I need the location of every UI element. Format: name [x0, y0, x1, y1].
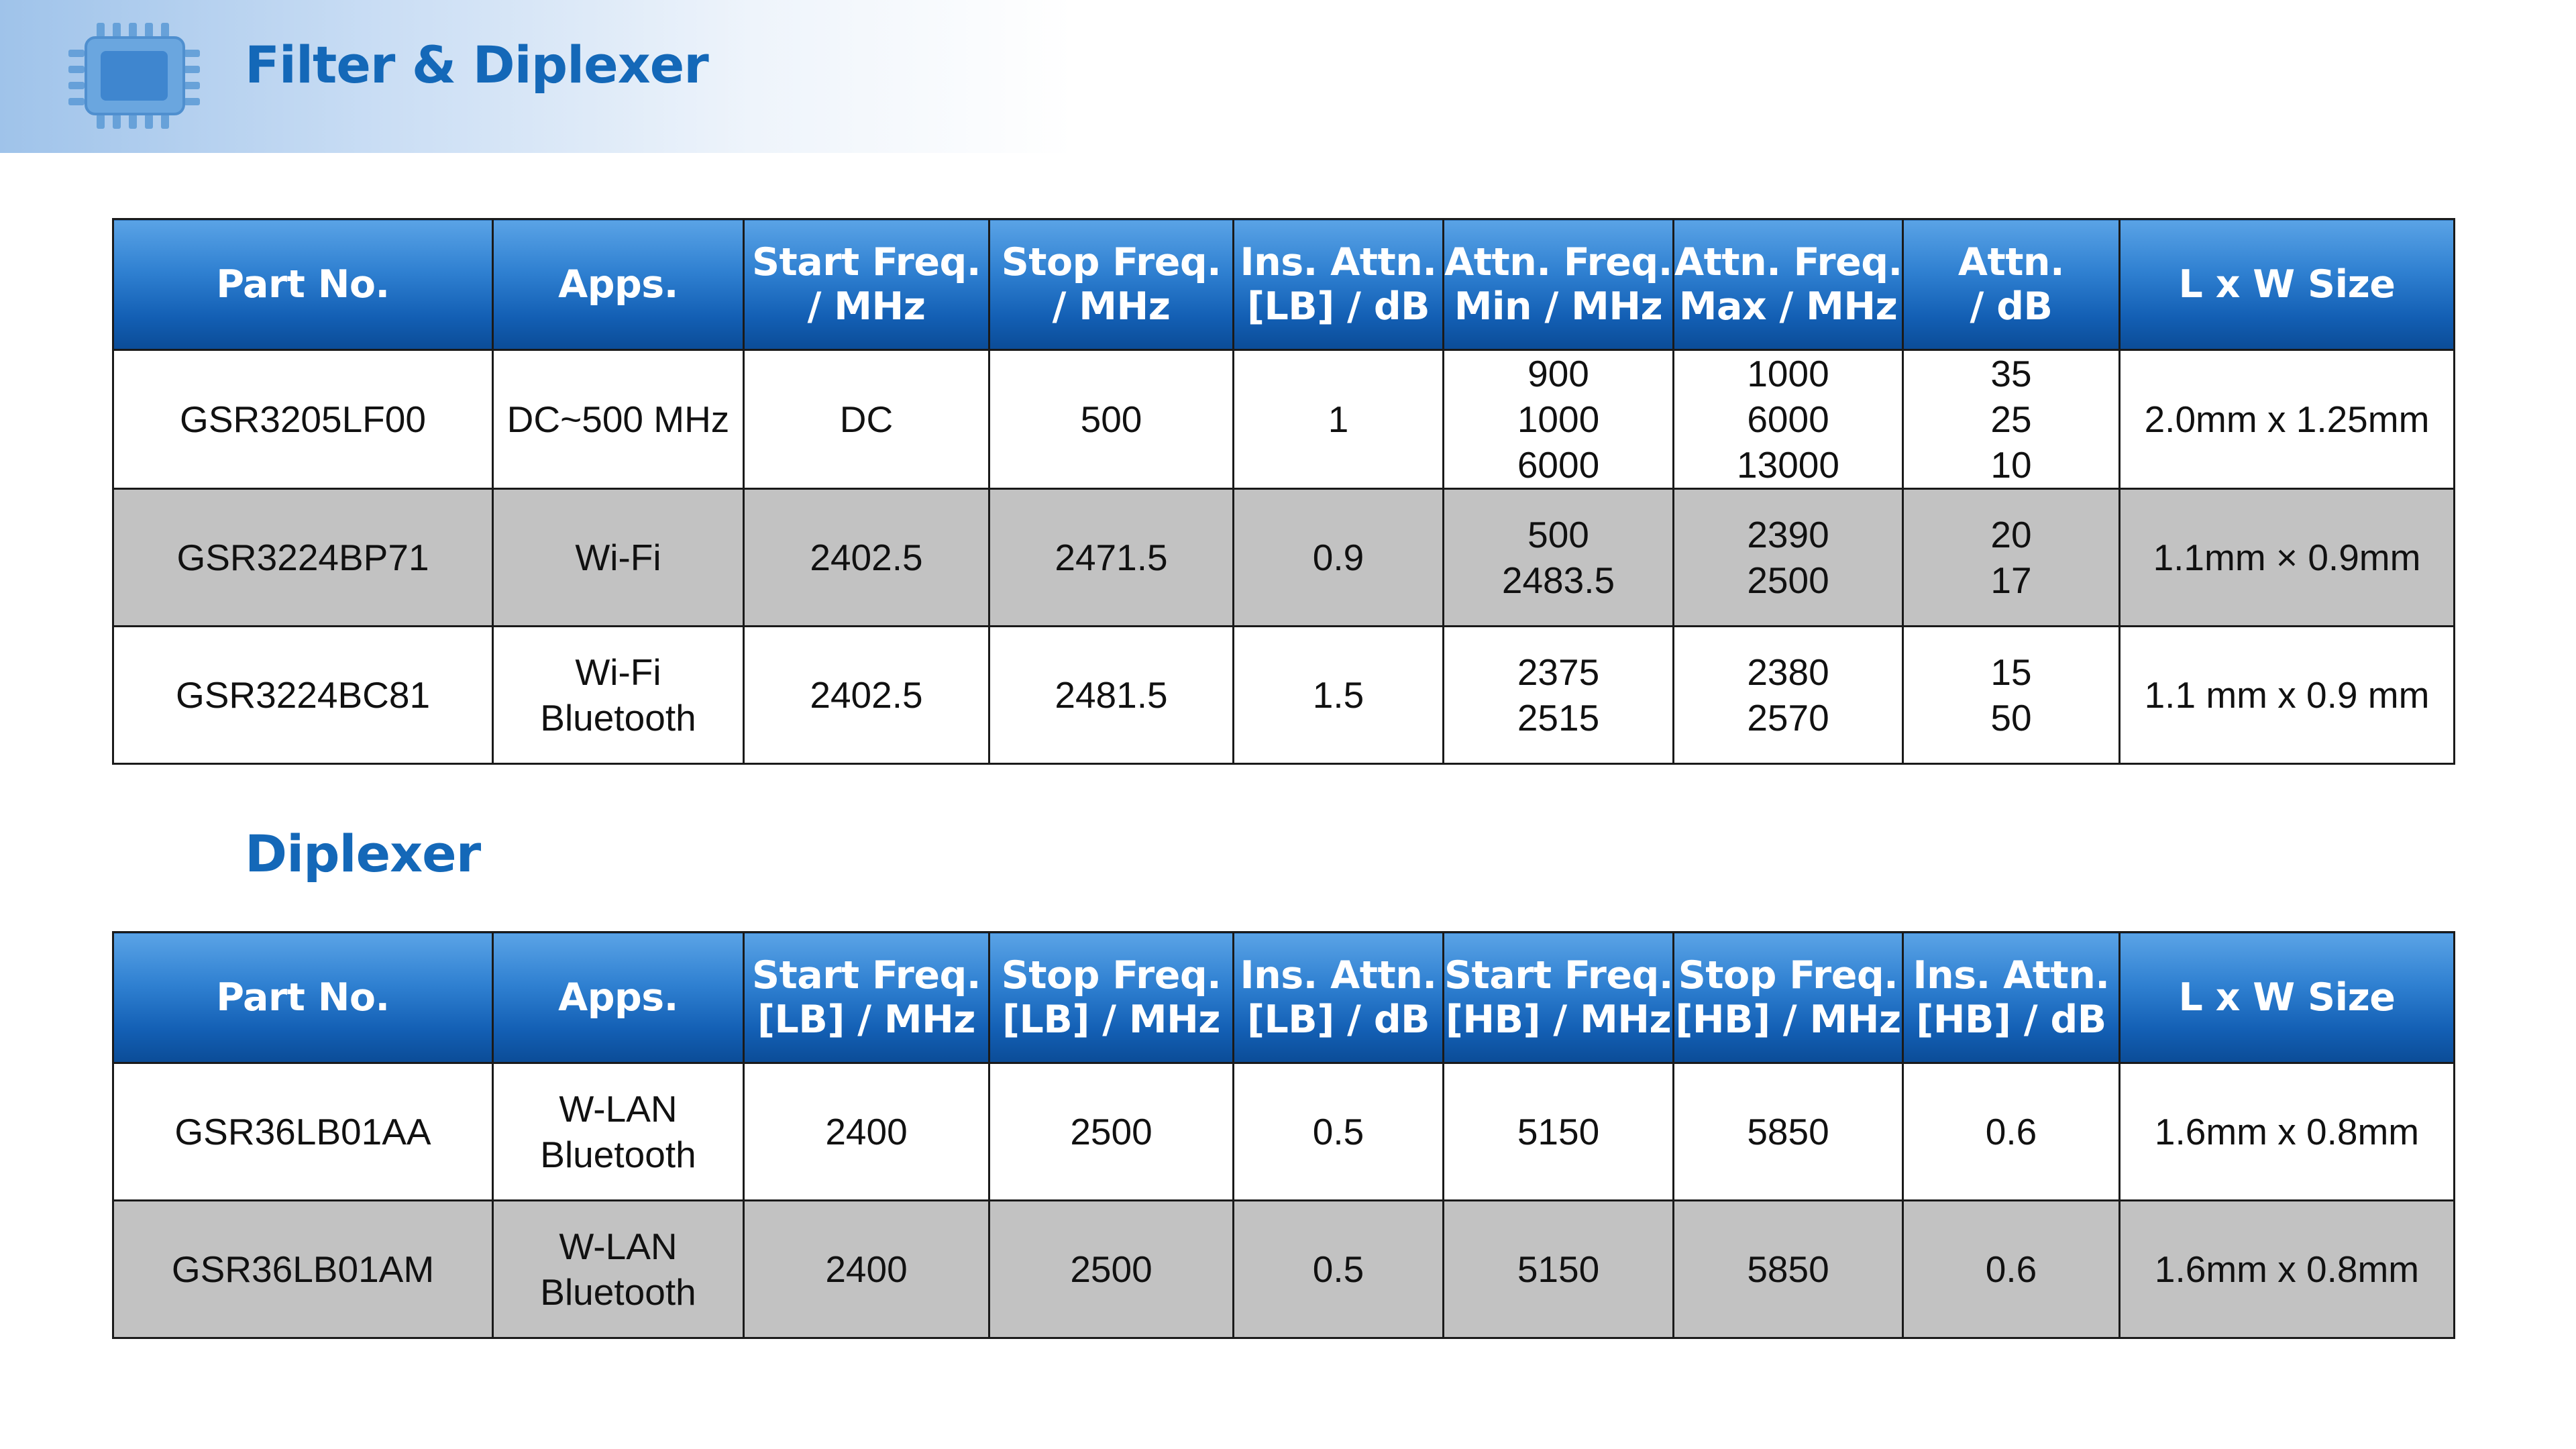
table-row: GSR36LB01AM W-LAN Bluetooth 2400 2500 0.5… [112, 1199, 2455, 1339]
column-header: Stop Freq. [LB] / MHz [988, 931, 1234, 1064]
apps-cell: W-LAN Bluetooth [492, 1062, 745, 1201]
part-number-cell: GSR3224BC81 [112, 625, 494, 765]
stop-freq-hb-cell: 5850 [1672, 1199, 1904, 1339]
table-header-row: Part No. Apps. Start Freq. [LB] / MHz Sto… [112, 931, 2455, 1064]
column-header: Stop Freq. [HB] / MHz [1672, 931, 1904, 1064]
column-header: Start Freq. [LB] / MHz [743, 931, 990, 1064]
column-header: Part No. [112, 931, 494, 1064]
start-freq-hb-cell: 5150 [1442, 1199, 1674, 1339]
size-cell: 1.6mm x 0.8mm [2118, 1199, 2455, 1339]
size-cell: 2.0mm x 1.25mm [2118, 349, 2455, 490]
attn-cell: 20 17 [1902, 488, 2121, 627]
attn-cell: 15 50 [1902, 625, 2121, 765]
stop-freq-cell: 500 [988, 349, 1234, 490]
apps-cell: DC~500 MHz [492, 349, 745, 490]
column-header: Attn. Freq. Max / MHz [1672, 218, 1904, 351]
size-cell: 1.6mm x 0.8mm [2118, 1062, 2455, 1201]
ins-attn-cell: 1.5 [1232, 625, 1444, 765]
part-number-cell: GSR36LB01AM [112, 1199, 494, 1339]
column-header: Attn. / dB [1902, 218, 2121, 351]
column-header: Stop Freq. / MHz [988, 218, 1234, 351]
table-row: GSR3224BP71 Wi-Fi 2402.5 2471.5 0.9 500 2… [112, 488, 2455, 627]
apps-cell: Wi-Fi Bluetooth [492, 625, 745, 765]
column-header: L x W Size [2118, 931, 2455, 1064]
column-header: Ins. Attn. [LB] / dB [1232, 218, 1444, 351]
section-title-diplexer: Diplexer [245, 824, 481, 883]
stop-freq-cell: 2471.5 [988, 488, 1234, 627]
start-freq-cell: 2402.5 [743, 488, 990, 627]
page: Filter & Diplexer Part No. Apps. Start F… [0, 0, 2576, 1449]
ins-attn-lb-cell: 0.5 [1232, 1062, 1444, 1201]
ins-attn-cell: 1 [1232, 349, 1444, 490]
start-freq-cell: 2402.5 [743, 625, 990, 765]
column-header: Apps. [492, 931, 745, 1064]
ins-attn-hb-cell: 0.6 [1902, 1062, 2121, 1201]
column-header: Attn. Freq. Min / MHz [1442, 218, 1674, 351]
apps-cell: W-LAN Bluetooth [492, 1199, 745, 1339]
column-header: L x W Size [2118, 218, 2455, 351]
size-cell: 1.1 mm x 0.9 mm [2118, 625, 2455, 765]
attn-freq-max-cell: 1000 6000 13000 [1672, 349, 1904, 490]
attn-cell: 35 25 10 [1902, 349, 2121, 490]
part-number-cell: GSR3205LF00 [112, 349, 494, 490]
table-row: GSR36LB01AA W-LAN Bluetooth 2400 2500 0.5… [112, 1062, 2455, 1201]
column-header: Start Freq. [HB] / MHz [1442, 931, 1674, 1064]
stop-freq-hb-cell: 5850 [1672, 1062, 1904, 1201]
table-row: GSR3224BC81 Wi-Fi Bluetooth 2402.5 2481.5… [112, 625, 2455, 765]
stop-freq-lb-cell: 2500 [988, 1062, 1234, 1201]
column-header: Part No. [112, 218, 494, 351]
ins-attn-lb-cell: 0.5 [1232, 1199, 1444, 1339]
start-freq-lb-cell: 2400 [743, 1062, 990, 1201]
part-number-cell: GSR36LB01AA [112, 1062, 494, 1201]
column-header: Ins. Attn. [LB] / dB [1232, 931, 1444, 1064]
table-header-row: Part No. Apps. Start Freq. / MHz Stop Fre… [112, 218, 2455, 351]
apps-cell: Wi-Fi [492, 488, 745, 627]
page-title: Filter & Diplexer [245, 35, 709, 95]
start-freq-cell: DC [743, 349, 990, 490]
size-cell: 1.1mm × 0.9mm [2118, 488, 2455, 627]
start-freq-hb-cell: 5150 [1442, 1062, 1674, 1201]
attn-freq-max-cell: 2390 2500 [1672, 488, 1904, 627]
column-header: Start Freq. / MHz [743, 218, 990, 351]
filter-table: Part No. Apps. Start Freq. / MHz Stop Fre… [112, 218, 2455, 765]
diplexer-table: Part No. Apps. Start Freq. [LB] / MHz Sto… [112, 931, 2455, 1339]
column-header: Ins. Attn. [HB] / dB [1902, 931, 2121, 1064]
ins-attn-hb-cell: 0.6 [1902, 1199, 2121, 1339]
part-number-cell: GSR3224BP71 [112, 488, 494, 627]
stop-freq-cell: 2481.5 [988, 625, 1234, 765]
start-freq-lb-cell: 2400 [743, 1199, 990, 1339]
chip-icon [68, 23, 200, 129]
attn-freq-min-cell: 500 2483.5 [1442, 488, 1674, 627]
ins-attn-cell: 0.9 [1232, 488, 1444, 627]
table-row: GSR3205LF00 DC~500 MHz DC 500 1 900 1000 6… [112, 349, 2455, 490]
attn-freq-min-cell: 900 1000 6000 [1442, 349, 1674, 490]
column-header: Apps. [492, 218, 745, 351]
stop-freq-lb-cell: 2500 [988, 1199, 1234, 1339]
attn-freq-max-cell: 2380 2570 [1672, 625, 1904, 765]
attn-freq-min-cell: 2375 2515 [1442, 625, 1674, 765]
